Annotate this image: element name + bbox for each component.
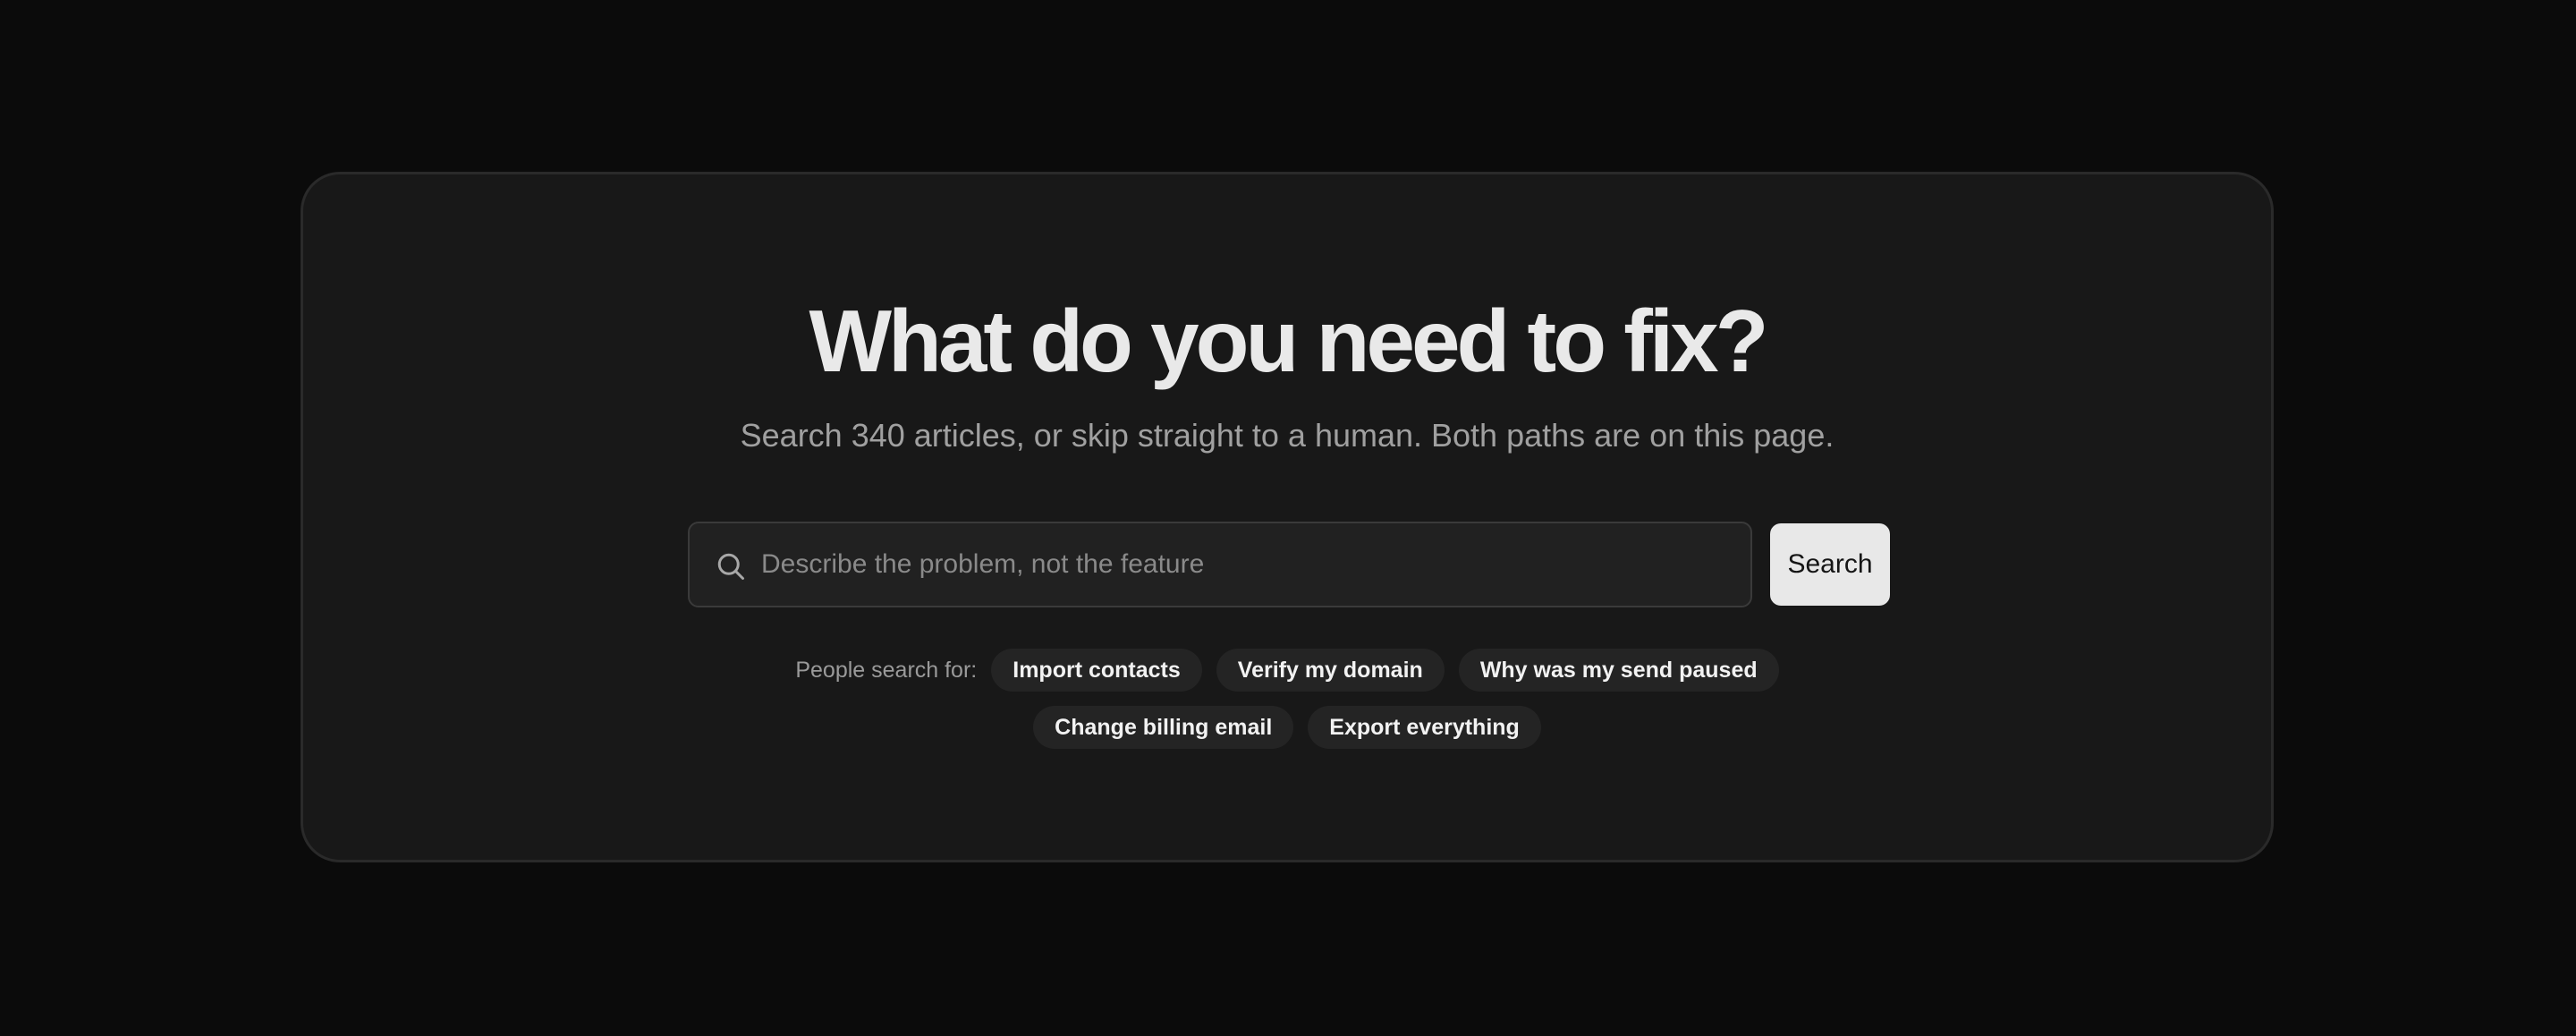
search-input[interactable] bbox=[761, 523, 1727, 606]
suggestions-label: People search for: bbox=[795, 657, 978, 683]
page-subtitle: Search 340 articles, or skip straight to… bbox=[740, 417, 1835, 454]
search-box[interactable] bbox=[688, 522, 1752, 607]
suggestion-chip-import-contacts[interactable]: Import contacts bbox=[991, 649, 1202, 692]
suggestion-row-2: Change billing email Export everything bbox=[1033, 706, 1541, 749]
suggestion-chip-export-everything[interactable]: Export everything bbox=[1308, 706, 1541, 749]
search-icon bbox=[717, 553, 744, 580]
page-title: What do you need to fix? bbox=[809, 292, 1768, 390]
suggested-searches: People search for: Import contacts Verif… bbox=[303, 649, 2271, 749]
suggestion-chip-verify-domain[interactable]: Verify my domain bbox=[1216, 649, 1445, 692]
help-search-card: What do you need to fix? Search 340 arti… bbox=[301, 172, 2274, 862]
search-row: Search bbox=[688, 522, 1890, 607]
search-button[interactable]: Search bbox=[1770, 523, 1890, 606]
suggestion-chip-change-billing-email[interactable]: Change billing email bbox=[1033, 706, 1294, 749]
suggestion-row-1: People search for: Import contacts Verif… bbox=[795, 649, 1779, 692]
suggestion-chip-send-paused[interactable]: Why was my send paused bbox=[1458, 649, 1779, 692]
